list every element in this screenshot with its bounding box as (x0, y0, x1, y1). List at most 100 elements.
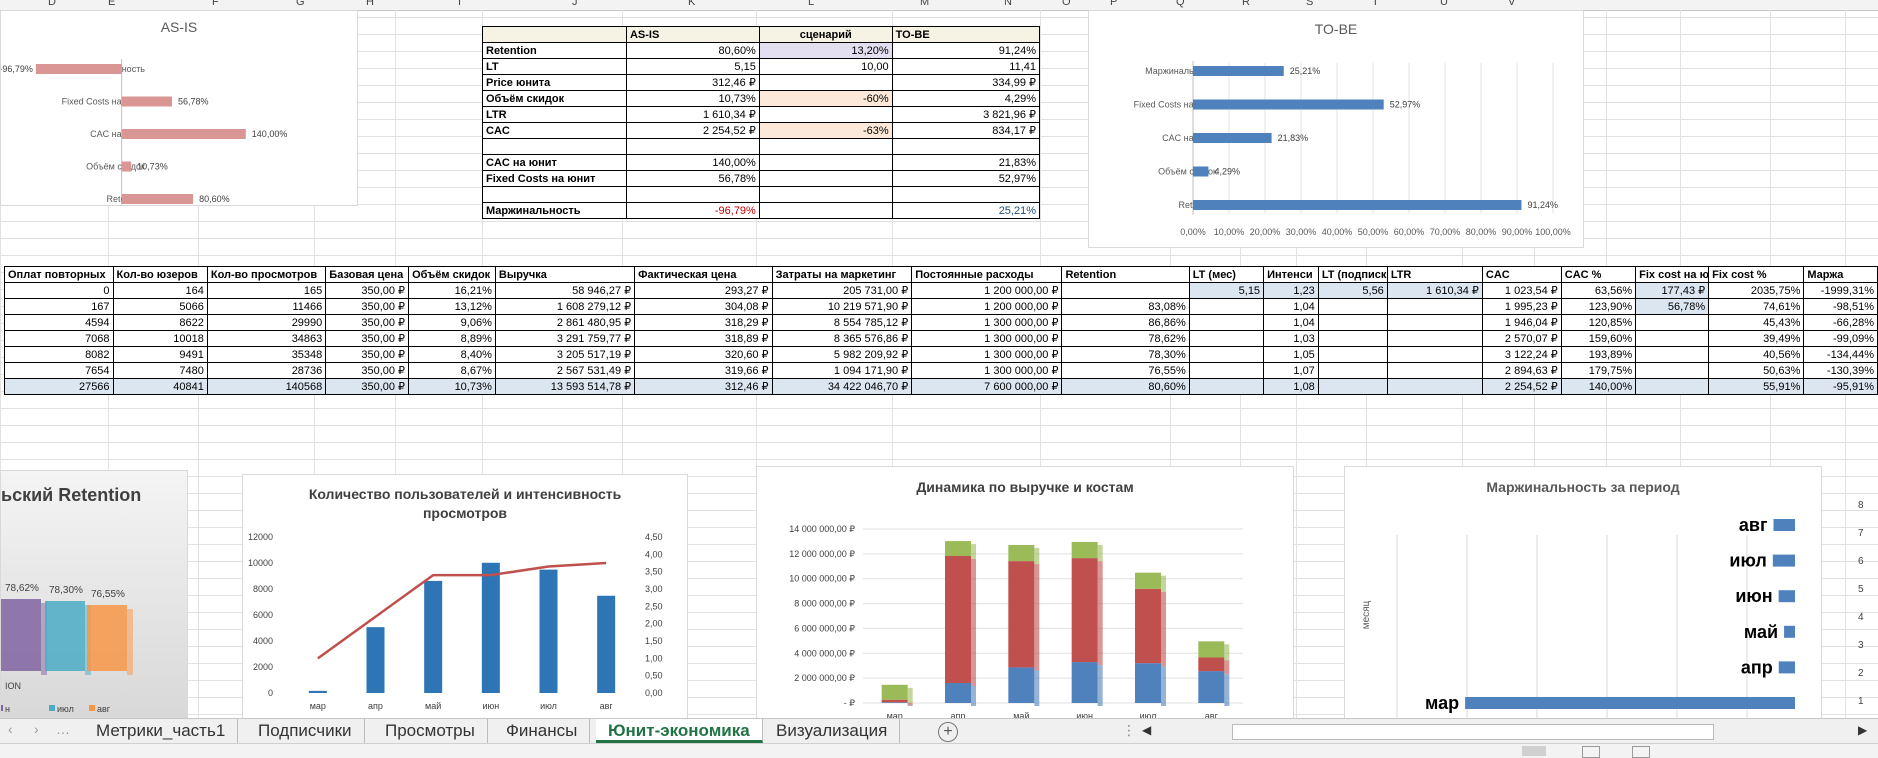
column-header[interactable]: K (688, 0, 695, 8)
column-header[interactable]: T (1372, 0, 1379, 8)
scenario-cell[interactable]: 5,15 (625, 58, 760, 75)
scenario-cell[interactable]: 10,73% (625, 90, 760, 107)
table-cell[interactable]: 350,00 ₽ (325, 330, 410, 347)
table-cell[interactable]: 318,29 ₽ (634, 314, 773, 331)
table-cell[interactable]: 58 946,27 ₽ (494, 282, 636, 299)
scenario-cell[interactable]: -63% (758, 122, 893, 139)
table-cell[interactable]: 1,04 (1263, 314, 1319, 331)
normal-view-icon[interactable] (1522, 746, 1546, 756)
table-cell[interactable]: 10,73% (408, 378, 496, 395)
table-cell[interactable]: 1,04 (1263, 298, 1319, 315)
main-header-cell[interactable]: LTR (1386, 266, 1483, 283)
main-header-cell[interactable]: CAC (1481, 266, 1562, 283)
table-cell[interactable]: 1 610,34 ₽ (1386, 282, 1483, 299)
table-cell[interactable]: 2 570,07 ₽ (1481, 330, 1562, 347)
scenario-cell[interactable]: 80,60% (625, 42, 760, 59)
table-cell[interactable]: 159,60% (1560, 330, 1637, 347)
scenario-table[interactable]: AS-IS сценарий TO-BE Retention 80,60% 13,20% 9… (482, 26, 1041, 219)
table-cell[interactable]: 1,08 (1263, 378, 1319, 395)
scenario-cell[interactable]: 834,17 ₽ (891, 122, 1041, 139)
table-cell[interactable] (1635, 330, 1710, 347)
table-cell[interactable]: 34 422 046,70 ₽ (771, 378, 913, 395)
table-cell[interactable] (1188, 298, 1265, 315)
table-cell[interactable]: 8 365 576,86 ₽ (771, 330, 913, 347)
scenario-cell[interactable]: 3 821,96 ₽ (891, 106, 1041, 123)
table-cell[interactable] (1188, 346, 1265, 363)
table-cell[interactable]: 3 205 517,19 ₽ (494, 346, 636, 363)
table-cell[interactable]: 27566 (4, 378, 114, 395)
column-header[interactable]: G (296, 0, 305, 8)
table-cell[interactable]: 320,60 ₽ (634, 346, 773, 363)
table-cell[interactable]: 8622 (112, 314, 208, 331)
table-cell[interactable]: 5,15 (1188, 282, 1265, 299)
table-cell[interactable]: 8082 (4, 346, 114, 363)
main-header-cell[interactable]: LT (подписк (1317, 266, 1388, 283)
column-header[interactable]: D (48, 0, 56, 8)
table-cell[interactable]: 8 554 785,12 ₽ (771, 314, 913, 331)
table-cell[interactable]: 350,00 ₽ (325, 378, 410, 395)
scenario-cell[interactable]: 140,00% (625, 154, 760, 171)
table-cell[interactable]: 56,78% (1635, 298, 1710, 315)
table-cell[interactable]: 4594 (4, 314, 114, 331)
scenario-header-cell[interactable]: TO-BE (891, 26, 1041, 43)
table-cell[interactable]: 5 982 209,92 ₽ (771, 346, 913, 363)
table-cell[interactable]: 193,89% (1560, 346, 1637, 363)
table-cell[interactable] (1386, 346, 1483, 363)
table-cell[interactable]: 45,43% (1708, 314, 1805, 331)
table-cell[interactable]: 1 300 000,00 ₽ (911, 346, 1063, 363)
column-header[interactable]: F (212, 0, 219, 8)
table-cell[interactable]: 39,49% (1708, 330, 1805, 347)
scenario-cell[interactable]: LTR (482, 106, 627, 123)
main-header-cell[interactable]: Оплат повторных (4, 266, 114, 283)
column-header[interactable]: P (1110, 0, 1117, 8)
hscroll-right-icon[interactable]: ▶ (1858, 723, 1867, 737)
scenario-cell[interactable] (758, 106, 893, 123)
more-tabs-icon[interactable]: … (56, 721, 70, 737)
table-cell[interactable]: 16,21% (408, 282, 496, 299)
table-cell[interactable]: 123,90% (1560, 298, 1637, 315)
main-header-cell[interactable]: Базовая цена (325, 266, 410, 283)
table-cell[interactable]: 2 567 531,49 ₽ (494, 362, 636, 379)
table-cell[interactable] (1317, 314, 1388, 331)
column-header[interactable]: O (1062, 0, 1071, 8)
tab-5[interactable]: Юнит-экономика (596, 719, 763, 743)
table-cell[interactable] (1188, 314, 1265, 331)
table-cell[interactable]: 8,40% (408, 346, 496, 363)
table-cell[interactable]: 7654 (4, 362, 114, 379)
tab-6[interactable]: Визуализация (764, 719, 901, 743)
table-cell[interactable]: 7480 (112, 362, 208, 379)
main-header-cell[interactable]: Выручка (494, 266, 636, 283)
table-cell[interactable]: 8,67% (408, 362, 496, 379)
scenario-cell[interactable]: 334,99 ₽ (891, 74, 1041, 91)
table-cell[interactable]: 319,66 ₽ (634, 362, 773, 379)
main-header-cell[interactable]: Постоянные расходы (911, 266, 1063, 283)
table-cell[interactable]: 11466 (206, 298, 327, 315)
table-cell[interactable]: -130,39% (1803, 362, 1878, 379)
main-header-cell[interactable]: LT (мес) (1188, 266, 1265, 283)
column-header[interactable]: S (1306, 0, 1313, 8)
scenario-header-cell[interactable] (482, 26, 627, 43)
table-cell[interactable]: -95,91% (1803, 378, 1878, 395)
table-cell[interactable]: 34863 (206, 330, 327, 347)
scenario-cell[interactable]: 2 254,52 ₽ (625, 122, 760, 139)
table-cell[interactable]: 63,56% (1560, 282, 1637, 299)
table-cell[interactable] (1317, 346, 1388, 363)
table-cell[interactable]: -99,09% (1803, 330, 1878, 347)
table-cell[interactable]: 5,56 (1317, 282, 1388, 299)
column-header[interactable]: I (458, 0, 461, 8)
table-cell[interactable]: 205 731,00 ₽ (771, 282, 913, 299)
table-cell[interactable]: 2 894,63 ₽ (1481, 362, 1562, 379)
scenario-cell[interactable]: 1 610,34 ₽ (625, 106, 760, 123)
table-cell[interactable]: 28736 (206, 362, 327, 379)
table-cell[interactable] (1386, 330, 1483, 347)
scenario-cell[interactable]: 11,41 (891, 58, 1041, 75)
scenario-cell[interactable] (758, 170, 893, 187)
column-header[interactable]: M (920, 0, 929, 8)
chart-margin[interactable]: Маржинальность за период месяц мар апр май и… (1344, 466, 1822, 718)
table-cell[interactable]: 13,12% (408, 298, 496, 315)
scenario-cell[interactable] (758, 154, 893, 171)
scenario-cell[interactable] (482, 138, 627, 155)
table-cell[interactable]: 350,00 ₽ (325, 282, 410, 299)
column-header[interactable]: U (1440, 0, 1448, 8)
table-cell[interactable]: 179,75% (1560, 362, 1637, 379)
